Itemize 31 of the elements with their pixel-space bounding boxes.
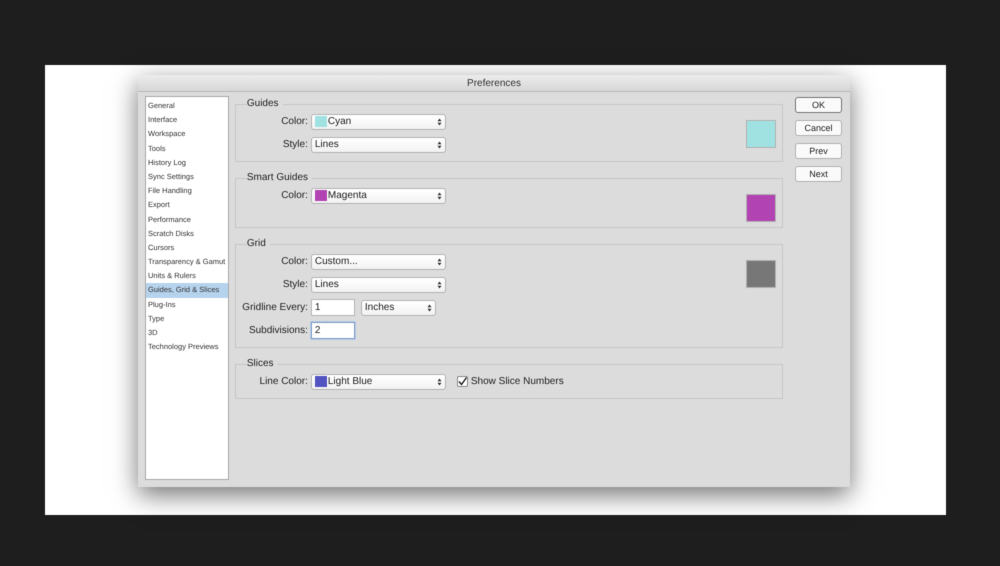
dialog-button[interactable]: Prev: [795, 143, 842, 159]
dropdown[interactable]: Magenta: [310, 188, 446, 204]
dialog-button[interactable]: Cancel: [795, 120, 842, 136]
stepper-arrows-icon: [436, 280, 442, 288]
stepper-arrows-icon: [436, 258, 442, 266]
field-label: Color:: [280, 115, 308, 129]
dropdown[interactable]: Custom...: [310, 254, 446, 270]
window-title: Preferences: [467, 76, 521, 90]
stepper-arrows-icon: [436, 140, 442, 148]
input-field[interactable]: 1: [310, 299, 355, 316]
dropdown[interactable]: Lines: [310, 276, 446, 292]
dropdown[interactable]: Inches: [360, 300, 436, 316]
field-label: Gridline Every:: [241, 301, 308, 315]
stepper-arrows-icon: [436, 378, 442, 386]
checkbox[interactable]: [456, 376, 468, 387]
stepper-arrows-icon: [436, 192, 442, 200]
dropdown[interactable]: Cyan: [310, 114, 446, 130]
field-label: Color:: [280, 189, 308, 203]
field-label: Style:: [282, 278, 308, 292]
input-field[interactable]: 2: [310, 322, 355, 339]
field-label: Line Color:: [258, 375, 308, 389]
dialog-button[interactable]: OK: [795, 97, 842, 113]
field-label: Color:: [280, 255, 308, 269]
stepper-arrows-icon: [436, 118, 442, 126]
dialog-button[interactable]: Next: [795, 166, 842, 182]
dropdown[interactable]: Light Blue: [310, 374, 446, 390]
dropdown[interactable]: Lines: [310, 136, 446, 152]
checkbox-label: Show Slice Numbers: [470, 375, 564, 389]
stepper-arrows-icon: [426, 304, 432, 312]
field-label: Subdivisions:: [248, 324, 308, 338]
field-label: Style:: [282, 138, 308, 152]
